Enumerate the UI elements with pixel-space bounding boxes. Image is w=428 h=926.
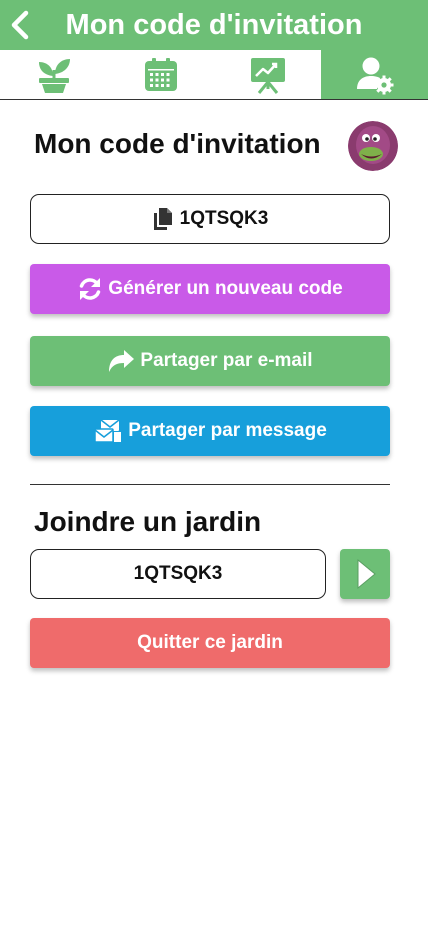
invitation-code: 1QTSQK3: [179, 208, 269, 229]
calendar-icon: [144, 57, 177, 91]
tab-divider: [0, 99, 428, 100]
copy-icon: [153, 208, 172, 230]
play-icon: [357, 558, 376, 590]
mail-stack-icon: [94, 419, 122, 443]
tab-bar: [0, 50, 428, 99]
user-settings-icon: [356, 57, 393, 94]
join-title: Joindre un jardin: [34, 506, 262, 537]
invitation-code-box[interactable]: 1QTSQK3: [30, 194, 390, 244]
share-arrow-icon: [109, 350, 135, 372]
chart-board-icon: [250, 57, 285, 94]
generate-code-label: Générer un nouveau code: [108, 278, 343, 299]
refresh-icon: [80, 278, 101, 300]
share-email-button[interactable]: Partager par e-mail: [30, 336, 390, 386]
section-divider: [30, 484, 390, 485]
tab-garden[interactable]: [0, 50, 107, 99]
tab-statistics[interactable]: [214, 50, 321, 99]
header-title: Mon code d'invitation: [65, 9, 363, 41]
plant-icon: [38, 58, 70, 93]
join-garden-button[interactable]: [340, 549, 390, 599]
share-email-label: Partager par e-mail: [140, 350, 313, 371]
app-header: Mon code d'invitation: [0, 0, 428, 50]
quit-garden-label: Quitter ce jardin: [137, 632, 283, 653]
quit-garden-button[interactable]: Quitter ce jardin: [30, 618, 390, 668]
garden-code-value: 1QTSQK3: [133, 563, 223, 584]
user-avatar: [348, 121, 398, 171]
tab-calendar[interactable]: [107, 50, 214, 99]
generate-code-button[interactable]: Générer un nouveau code: [30, 264, 390, 314]
avatar[interactable]: [348, 121, 398, 171]
garden-code-input[interactable]: 1QTSQK3: [30, 549, 326, 599]
share-message-button[interactable]: Partager par message: [30, 406, 390, 456]
tab-user-settings[interactable]: [321, 50, 428, 99]
invitation-title: Mon code d'invitation: [34, 128, 321, 159]
share-message-label: Partager par message: [128, 420, 327, 441]
